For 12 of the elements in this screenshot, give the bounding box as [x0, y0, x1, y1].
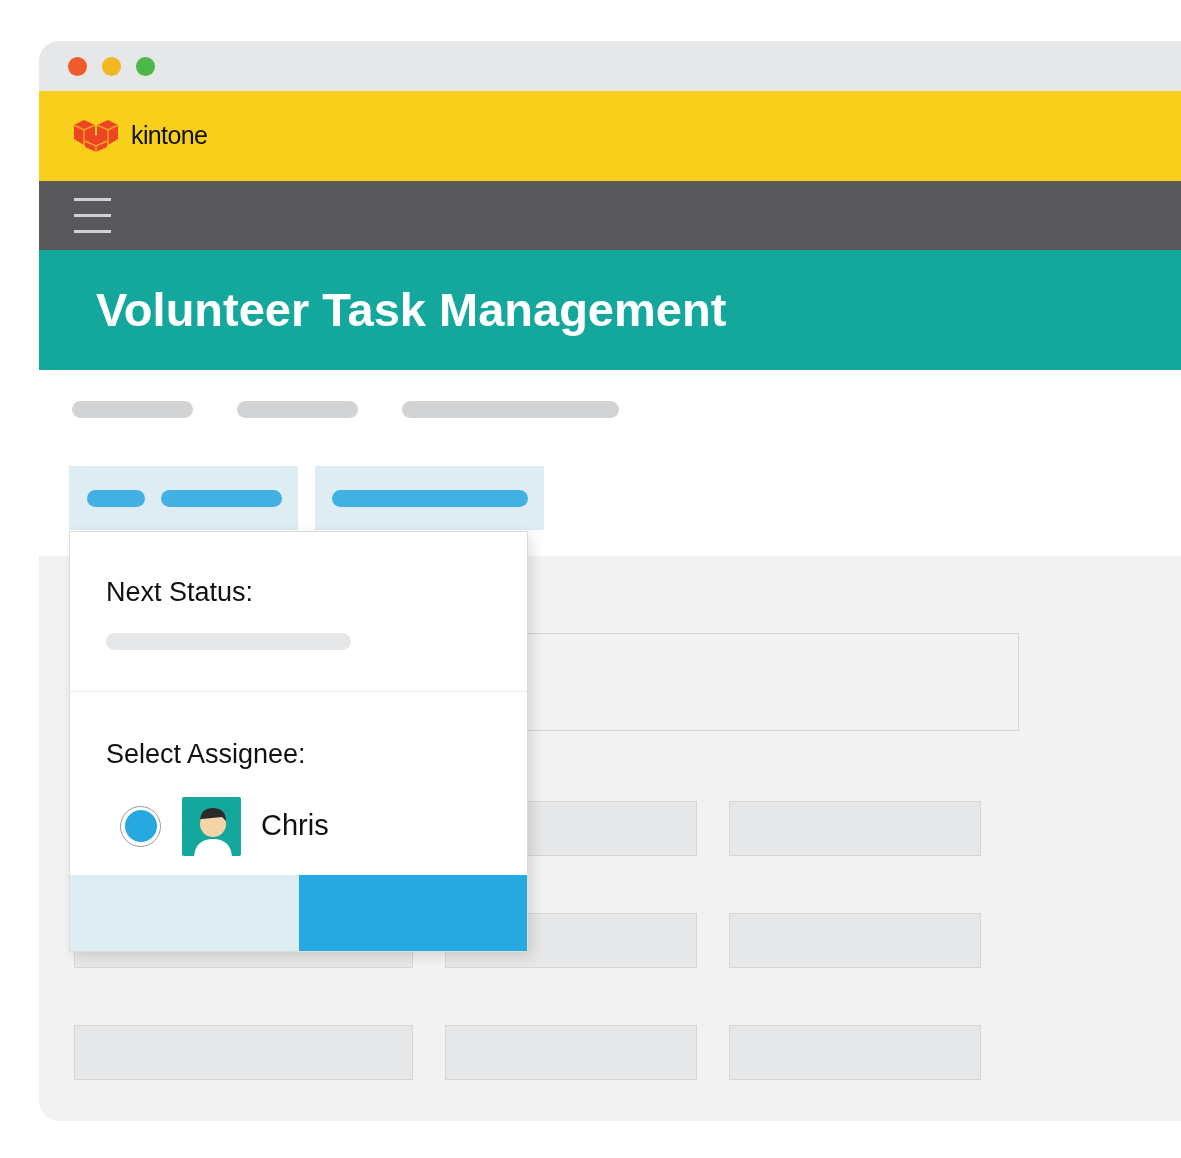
avatar-icon: [182, 796, 241, 856]
logo-icon: [73, 119, 119, 153]
radio-button[interactable]: [120, 805, 161, 847]
next-status-label: Next Status:: [106, 576, 255, 609]
assignee-name: Chris: [261, 808, 329, 844]
placeholder-bar: [87, 489, 145, 507]
brand-name: kintone: [131, 120, 208, 152]
action-button[interactable]: [315, 466, 544, 530]
assignee-label: Select Assignee:: [106, 738, 307, 771]
menu-icon[interactable]: [74, 197, 111, 234]
action-button[interactable]: [69, 466, 298, 530]
app-title: Volunteer Task Management: [96, 281, 727, 338]
